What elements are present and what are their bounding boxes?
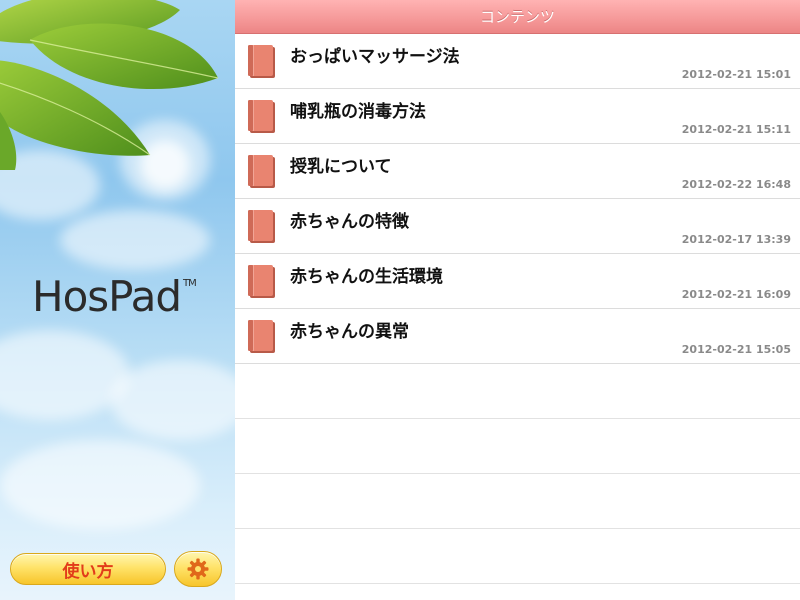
hospad-logo: HosPad TM bbox=[32, 272, 197, 321]
item-title: 赤ちゃんの生活環境 bbox=[290, 267, 443, 287]
header-title: コンテンツ bbox=[479, 8, 555, 26]
item-date: 2012-02-21 15:11 bbox=[681, 123, 791, 136]
list-item[interactable]: 赤ちゃんの異常 2012-02-21 15:05 bbox=[235, 309, 800, 364]
book-icon bbox=[248, 100, 275, 133]
item-date: 2012-02-17 13:39 bbox=[681, 233, 791, 246]
list-item[interactable]: 赤ちゃんの生活環境 2012-02-21 16:09 bbox=[235, 254, 800, 309]
gear-icon bbox=[187, 558, 209, 580]
settings-button[interactable] bbox=[174, 551, 222, 587]
book-icon bbox=[248, 265, 275, 298]
list-item[interactable]: 授乳について 2012-02-22 16:48 bbox=[235, 144, 800, 199]
book-icon bbox=[248, 155, 275, 188]
leaves-decoration bbox=[0, 0, 219, 170]
book-icon bbox=[248, 210, 275, 243]
help-button[interactable]: 使い方 bbox=[10, 553, 166, 585]
item-title: 哺乳瓶の消毒方法 bbox=[290, 102, 426, 122]
item-date: 2012-02-22 16:48 bbox=[681, 178, 791, 191]
content-header: コンテンツ bbox=[235, 0, 800, 34]
empty-row bbox=[235, 474, 800, 529]
item-date: 2012-02-21 15:05 bbox=[681, 343, 791, 356]
content-list: おっぱいマッサージ法 2012-02-21 15:01 哺乳瓶の消毒方法 201… bbox=[235, 34, 800, 584]
empty-row bbox=[235, 419, 800, 474]
empty-row bbox=[235, 364, 800, 419]
book-icon bbox=[248, 320, 275, 353]
item-title: おっぱいマッサージ法 bbox=[290, 47, 460, 67]
item-title: 赤ちゃんの異常 bbox=[290, 322, 409, 342]
list-item[interactable]: 赤ちゃんの特徴 2012-02-17 13:39 bbox=[235, 199, 800, 254]
list-item[interactable]: 哺乳瓶の消毒方法 2012-02-21 15:11 bbox=[235, 89, 800, 144]
sidebar: HosPad TM 使い方 bbox=[0, 0, 235, 600]
item-date: 2012-02-21 15:01 bbox=[681, 68, 791, 81]
item-date: 2012-02-21 16:09 bbox=[681, 288, 791, 301]
empty-row bbox=[235, 529, 800, 584]
book-icon bbox=[248, 45, 275, 78]
item-title: 赤ちゃんの特徴 bbox=[290, 212, 409, 232]
list-item[interactable]: おっぱいマッサージ法 2012-02-21 15:01 bbox=[235, 34, 800, 89]
content-panel: コンテンツ おっぱいマッサージ法 2012-02-21 15:01 哺乳瓶の消毒… bbox=[235, 0, 800, 600]
item-title: 授乳について bbox=[290, 157, 392, 177]
help-button-label: 使い方 bbox=[62, 561, 114, 582]
